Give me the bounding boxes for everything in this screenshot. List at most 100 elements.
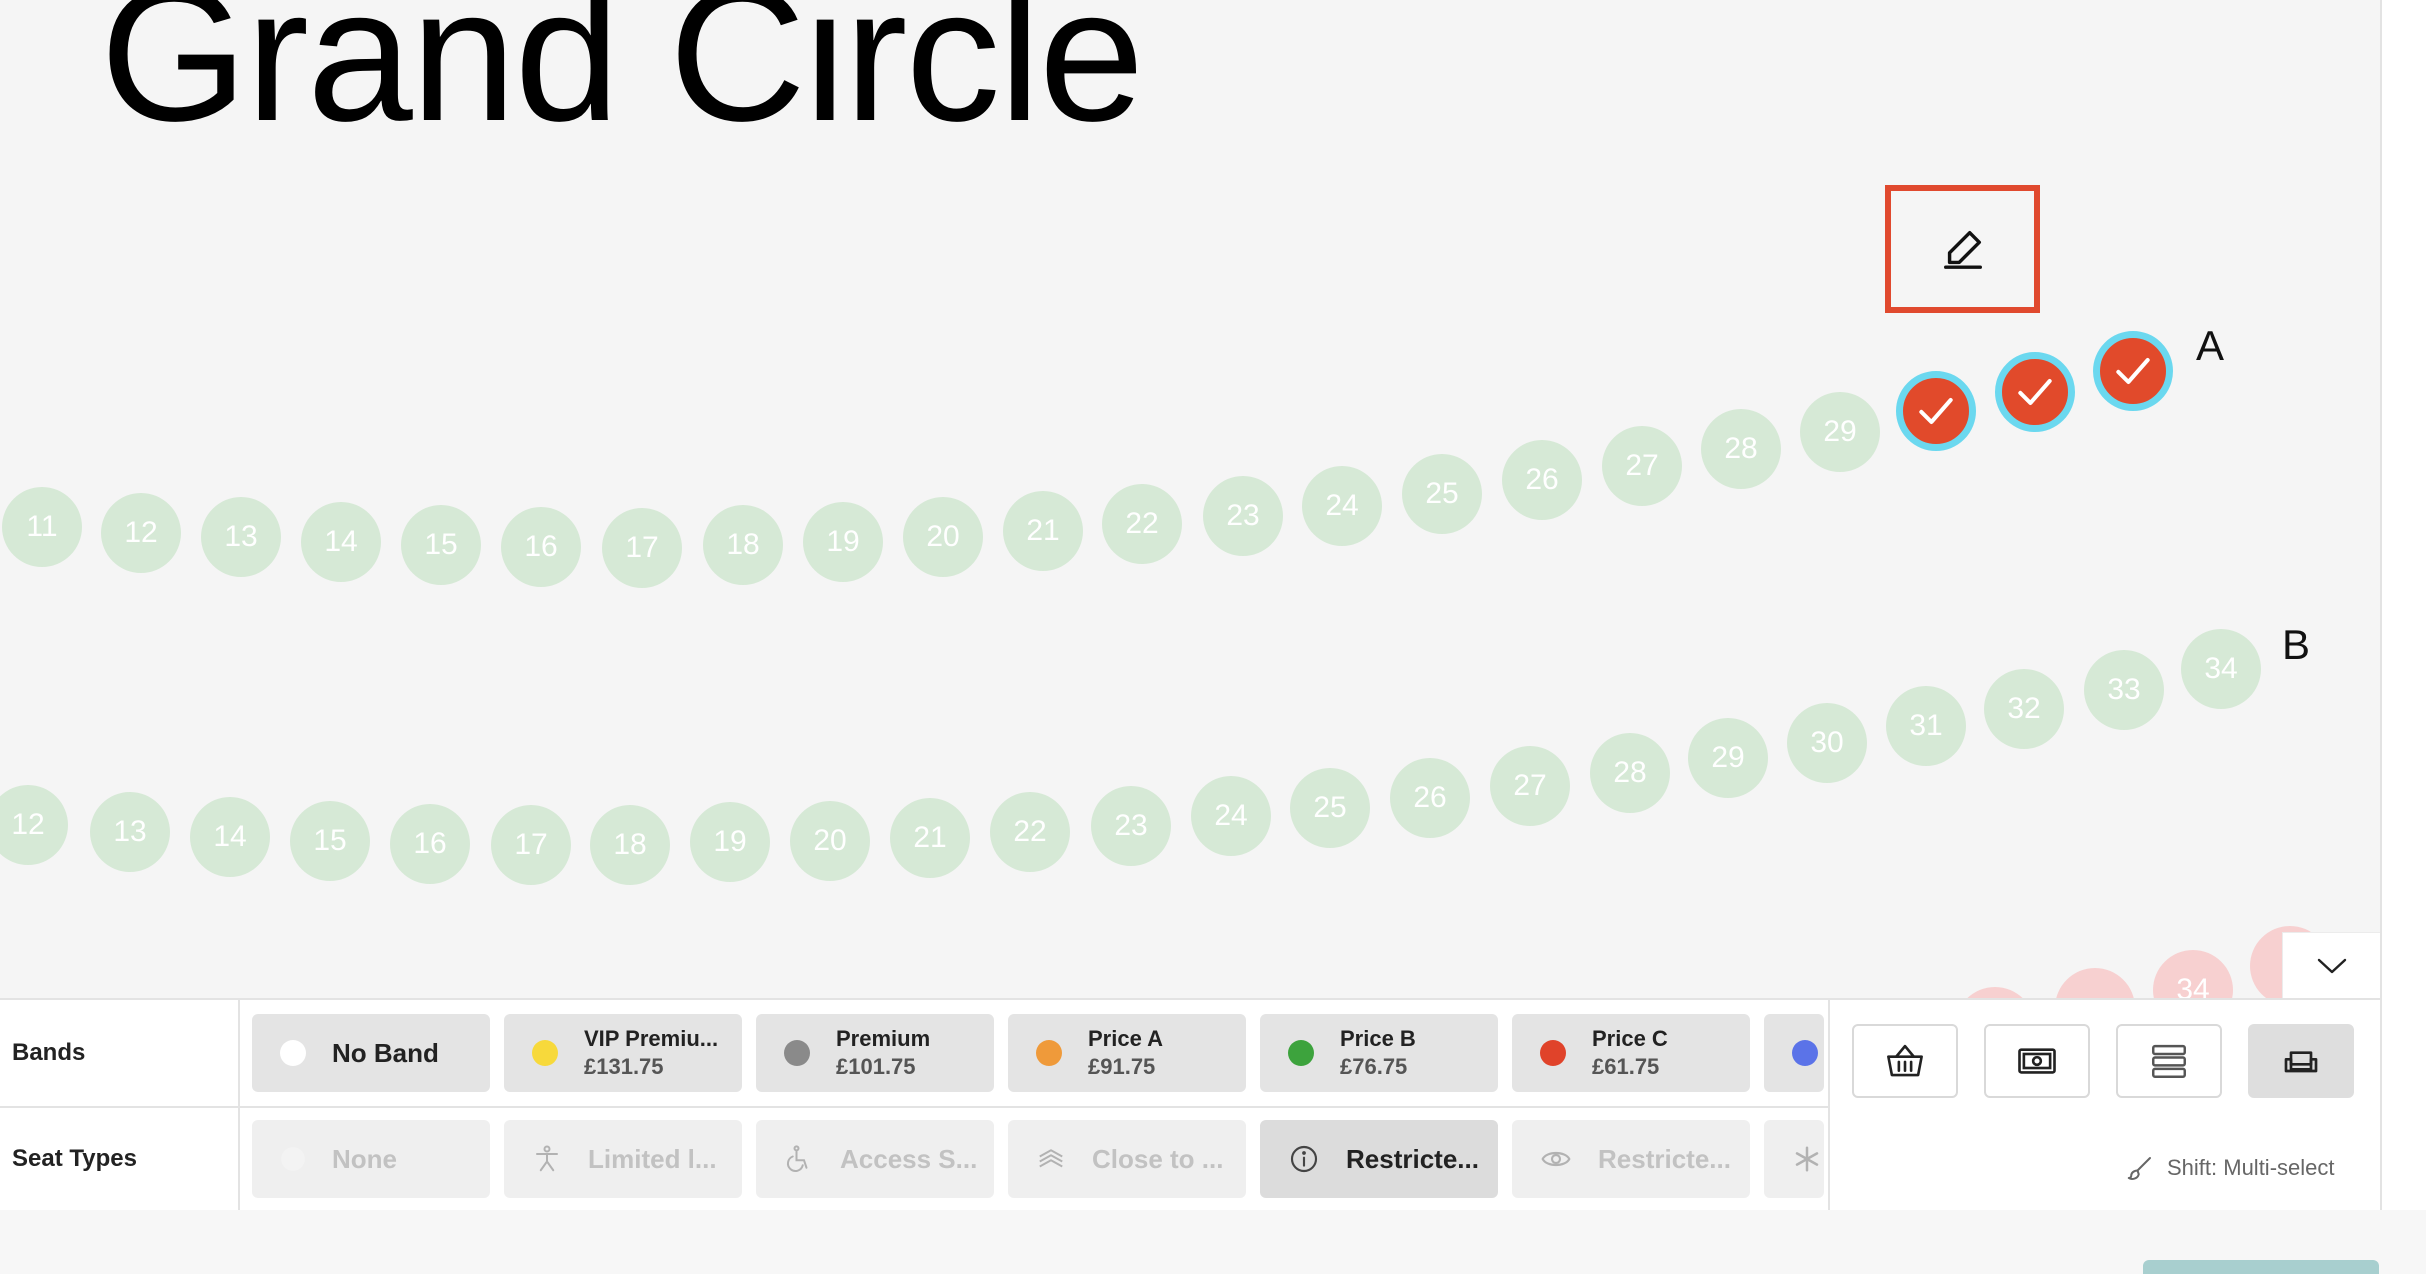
- seat-type-name: Restricte...: [1346, 1143, 1479, 1174]
- seat-number: 26: [1413, 781, 1447, 814]
- seat[interactable]: 33: [2084, 650, 2164, 730]
- band-chip[interactable]: [1764, 1014, 1824, 1092]
- seat[interactable]: 27: [1602, 426, 1682, 506]
- basket-tool-button[interactable]: [1852, 1024, 1958, 1098]
- banknote-icon: [2015, 1040, 2059, 1082]
- seat-types-label: Seat Types: [12, 1145, 137, 1172]
- seat[interactable]: 12: [0, 785, 68, 865]
- panel-label-divider: [238, 1000, 240, 1212]
- band-name: VIP Premiu...: [584, 1026, 719, 1051]
- person-icon: [532, 1144, 562, 1174]
- seat[interactable]: 26: [1502, 440, 1582, 520]
- band-chip[interactable]: No Band: [252, 1014, 490, 1092]
- seat[interactable]: 19: [803, 502, 883, 582]
- seat[interactable]: 26: [1390, 758, 1470, 838]
- band-chip-text: Premium £101.75: [836, 1026, 930, 1080]
- seat-type-chip[interactable]: [1764, 1120, 1824, 1198]
- seat-type-chip-text: Close to ...: [1092, 1144, 1223, 1175]
- seat[interactable]: 15: [401, 505, 481, 585]
- seat[interactable]: 16: [501, 507, 581, 587]
- stairs-icon: [1036, 1144, 1066, 1174]
- seat-number: 15: [424, 528, 458, 561]
- banknote-tool-button[interactable]: [1984, 1024, 2090, 1098]
- seat[interactable]: 22: [990, 792, 1070, 872]
- band-chip[interactable]: VIP Premiu... £131.75: [504, 1014, 742, 1092]
- seat[interactable]: 28: [1701, 409, 1781, 489]
- seat[interactable]: [1955, 987, 2035, 998]
- seat[interactable]: 19: [690, 802, 770, 882]
- collapse-panel-button[interactable]: [2282, 932, 2380, 998]
- seat[interactable]: 14: [301, 502, 381, 582]
- seat-tool-button[interactable]: [2248, 1024, 2354, 1098]
- seat[interactable]: 14: [190, 797, 270, 877]
- band-chip[interactable]: Price B £76.75: [1260, 1014, 1498, 1092]
- seat-selected[interactable]: [1896, 371, 1976, 451]
- seat[interactable]: 18: [590, 805, 670, 885]
- seat[interactable]: 29: [1800, 392, 1880, 472]
- rows-tool-button[interactable]: [2116, 1024, 2222, 1098]
- band-price: £91.75: [1088, 1054, 1156, 1079]
- footer-action-button[interactable]: [2143, 1260, 2379, 1274]
- checkmark-icon: [2116, 357, 2150, 385]
- seat-selected[interactable]: [2093, 331, 2173, 411]
- seat[interactable]: 31: [1886, 686, 1966, 766]
- band-chip-text: Price A £91.75: [1088, 1026, 1163, 1080]
- seat-type-chip[interactable]: Restricte...: [1512, 1120, 1750, 1198]
- seat[interactable]: 13: [90, 792, 170, 872]
- seat[interactable]: 21: [890, 798, 970, 878]
- seat-number: 28: [1613, 756, 1647, 789]
- band-chip-text: Price B £76.75: [1340, 1026, 1416, 1080]
- band-chip-text: Price C £61.75: [1592, 1026, 1668, 1080]
- band-chip-text: No Band: [332, 1038, 439, 1069]
- seat-type-chip[interactable]: Close to ...: [1008, 1120, 1246, 1198]
- basket-icon: [1884, 1040, 1926, 1082]
- seat[interactable]: 17: [602, 508, 682, 588]
- seat[interactable]: 32: [1984, 669, 2064, 749]
- seat-type-chip[interactable]: Limited l...: [504, 1120, 742, 1198]
- seat[interactable]: 21: [1003, 491, 1083, 571]
- seat[interactable]: 30: [1787, 703, 1867, 783]
- seat-number: 23: [1226, 499, 1260, 532]
- edit-tool-button[interactable]: [1885, 185, 2040, 313]
- seat-type-chip[interactable]: None: [252, 1120, 490, 1198]
- seat[interactable]: [2055, 968, 2135, 998]
- seat-number: 30: [1810, 726, 1844, 759]
- seat[interactable]: 18: [703, 505, 783, 585]
- seat[interactable]: 11: [2, 487, 82, 567]
- seat-selected[interactable]: [1995, 352, 2075, 432]
- seat[interactable]: 25: [1402, 454, 1482, 534]
- seat-type-chip[interactable]: Restricte...: [1260, 1120, 1498, 1198]
- seat[interactable]: 16: [390, 804, 470, 884]
- seat-type-chip[interactable]: Access S...: [756, 1120, 994, 1198]
- band-chip[interactable]: Premium £101.75: [756, 1014, 994, 1092]
- seat[interactable]: 24: [1302, 466, 1382, 546]
- band-chip[interactable]: Price A £91.75: [1008, 1014, 1246, 1092]
- seat[interactable]: 23: [1091, 786, 1171, 866]
- band-chip[interactable]: Price C £61.75: [1512, 1014, 1750, 1092]
- seat[interactable]: 28: [1590, 733, 1670, 813]
- asterisk-icon: [1792, 1144, 1822, 1174]
- footer-strip: [0, 1210, 2426, 1274]
- seat[interactable]: 15: [290, 801, 370, 881]
- seat[interactable]: 20: [903, 497, 983, 577]
- seat[interactable]: 34: [2181, 629, 2261, 709]
- seat[interactable]: 17: [491, 805, 571, 885]
- seat[interactable]: 22: [1102, 484, 1182, 564]
- seat[interactable]: 24: [1191, 776, 1271, 856]
- band-price: £101.75: [836, 1054, 916, 1079]
- seat[interactable]: 34: [2153, 950, 2233, 998]
- seat[interactable]: 20: [790, 801, 870, 881]
- seat[interactable]: 25: [1290, 768, 1370, 848]
- seat-types-row: Seat Types None Limited l... Access S... Cl…: [0, 1106, 1830, 1212]
- seat[interactable]: 12: [101, 493, 181, 573]
- seat[interactable]: 29: [1688, 718, 1768, 798]
- seat[interactable]: 13: [201, 497, 281, 577]
- seat-map-canvas[interactable]: Grand Circle 11 12 13 14 15 16 17 18 19 20 21 22 23 2…: [0, 0, 2380, 998]
- seat[interactable]: 23: [1203, 476, 1283, 556]
- seat[interactable]: 27: [1490, 746, 1570, 826]
- bottom-panel: Bands No Band VIP Premiu... £131.75 Premium…: [0, 998, 2380, 1212]
- seat-type-name: Restricte...: [1598, 1143, 1731, 1174]
- band-price: £131.75: [584, 1054, 664, 1079]
- section-title: Grand Circle: [100, 0, 1144, 161]
- seat-number: 19: [826, 525, 860, 558]
